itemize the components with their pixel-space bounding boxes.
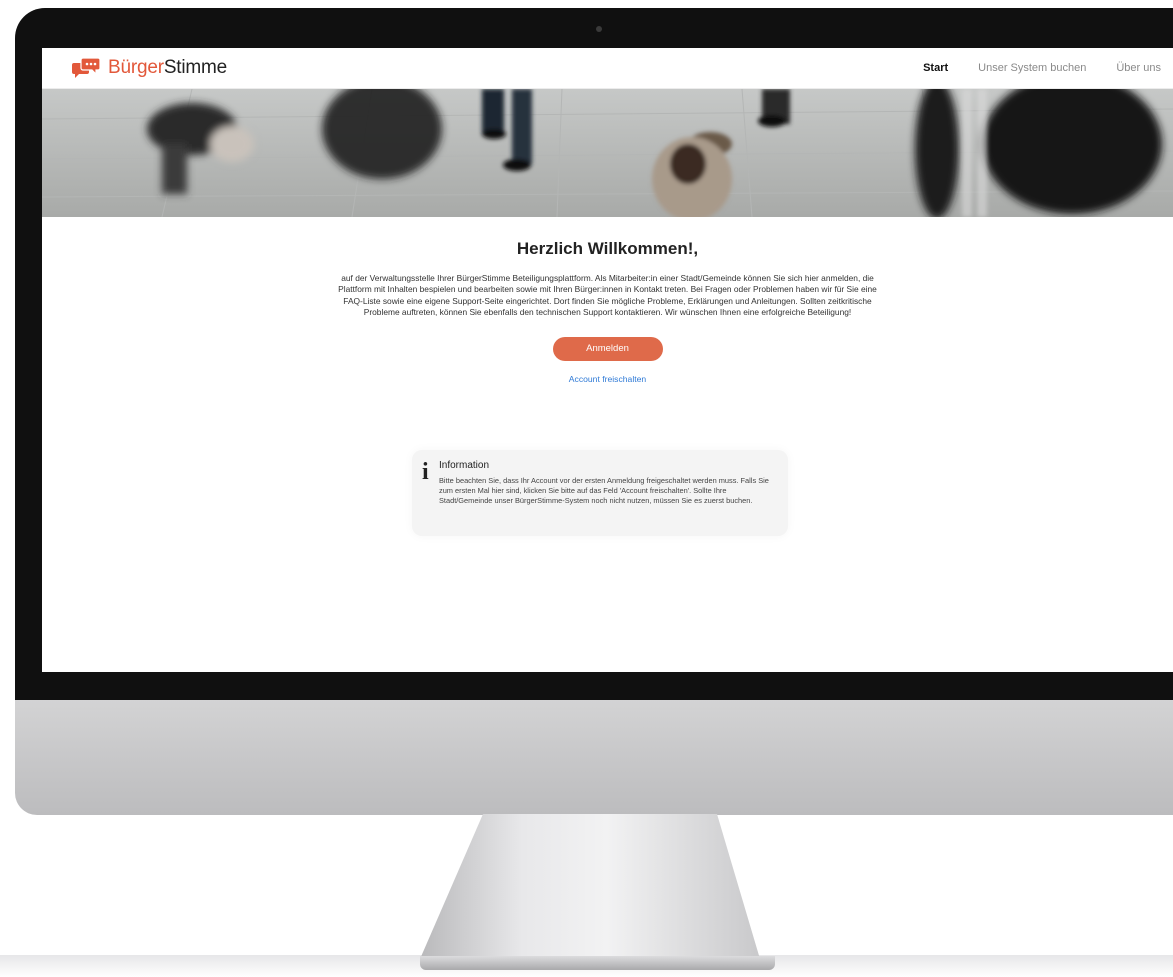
monitor-stand-base: [420, 956, 775, 970]
logo-text-part2: Stimme: [163, 57, 228, 78]
logo-text-part1: Bürger: [108, 57, 164, 78]
monitor-chin: [15, 700, 1173, 815]
account-unlock-link[interactable]: Account freischalten: [42, 374, 1173, 384]
nav-item-start[interactable]: Start: [923, 62, 948, 74]
hero-crowd-illustration: [42, 89, 1173, 217]
page-title: Herzlich Willkommen!,: [516, 239, 699, 258]
hero-banner-image: [42, 89, 1173, 217]
nav-item-ueber-uns[interactable]: Über uns: [1116, 62, 1161, 74]
information-box: i Information Bitte beachten Sie, dass I…: [412, 450, 788, 536]
info-text: Bitte beachten Sie, dass Ihr Account vor…: [439, 476, 769, 505]
logo[interactable]: BürgerStimme: [72, 57, 227, 79]
logo-text: BürgerStimme: [108, 57, 227, 79]
info-icon: i: [422, 459, 429, 485]
speech-bubbles-icon: [72, 57, 101, 78]
main-content: Herzlich Willkommen!, auf der Verwaltung…: [42, 239, 1173, 384]
login-button[interactable]: Anmelden: [552, 336, 663, 361]
monitor-stand: [420, 814, 760, 959]
nav-menu: Start Unser System buchen Über uns: [923, 48, 1173, 88]
navbar: BürgerStimme Start Unser System buchen Ü…: [42, 48, 1173, 89]
intro-text: auf der Verwaltungsstelle Ihrer BürgerSt…: [338, 273, 877, 318]
info-title: Information: [439, 460, 490, 471]
device-mockup: BürgerStimme Start Unser System buchen Ü…: [0, 0, 1173, 977]
camera-dot: [596, 26, 602, 32]
screen: BürgerStimme Start Unser System buchen Ü…: [42, 48, 1173, 672]
nav-item-unser-system-buchen[interactable]: Unser System buchen: [978, 62, 1086, 74]
